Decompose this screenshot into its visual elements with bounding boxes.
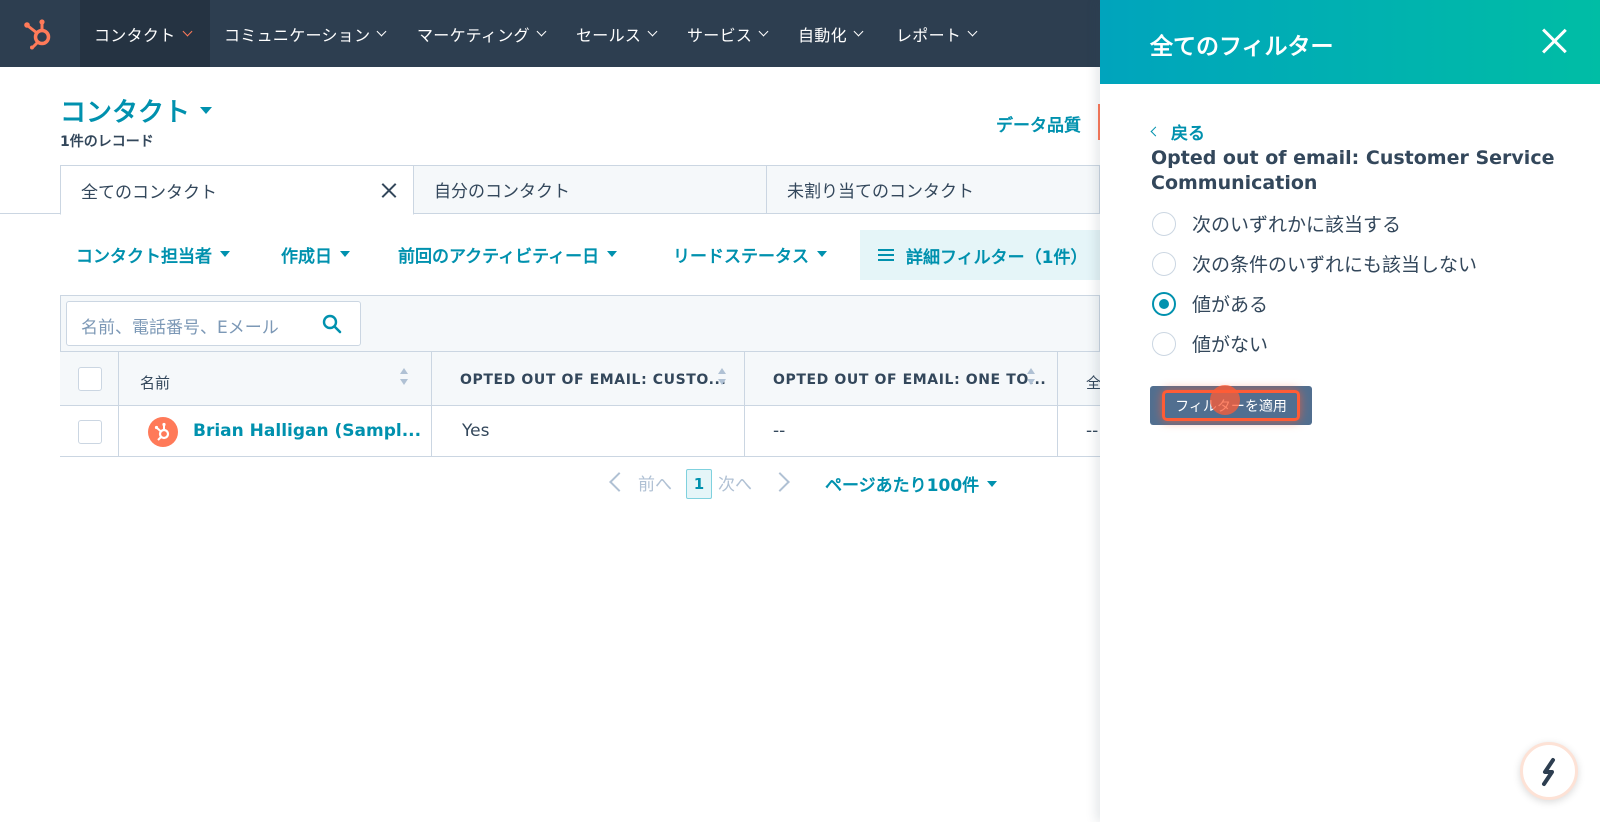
column-divider <box>431 351 432 457</box>
column-divider <box>118 351 119 457</box>
cell-opted-out-one-to-one: -- <box>773 421 786 441</box>
search-placeholder: 名前、電話番号、Eメール <box>81 318 279 338</box>
sort-icon[interactable] <box>718 368 726 386</box>
chevron-down-icon <box>647 26 658 37</box>
chevron-down-icon <box>536 26 547 37</box>
search-icon[interactable] <box>322 314 342 334</box>
radio-is-known[interactable]: 値がある <box>1152 290 1268 317</box>
chevron-left-icon[interactable] <box>609 472 629 492</box>
row-checkbox[interactable] <box>78 420 102 444</box>
caret-down-icon <box>607 251 618 257</box>
caret-down-icon <box>220 251 230 257</box>
nav-automation[interactable]: 自動化 <box>784 0 876 67</box>
column-header-opted-out-customer[interactable]: OPTED OUT OF EMAIL: CUSTO... <box>460 372 726 388</box>
current-page[interactable]: 1 <box>686 469 712 499</box>
nav-marketing[interactable]: マーケティング <box>403 0 559 67</box>
nav-sales[interactable]: セールス <box>562 0 670 67</box>
radio-button[interactable] <box>1152 251 1176 276</box>
chevron-down-icon <box>967 26 978 37</box>
nav-service[interactable]: サービス <box>673 0 781 67</box>
avatar <box>148 417 178 447</box>
chevron-right-icon[interactable] <box>770 472 790 492</box>
property-title: Opted out of email: Customer Service Com… <box>1151 147 1555 194</box>
column-divider <box>744 351 745 457</box>
chat-icon <box>1542 758 1555 786</box>
page-title[interactable]: コンタクト <box>60 92 213 129</box>
panel-title: 全てのフィルター <box>1150 34 1334 60</box>
filter-lead-status[interactable]: リードステータス <box>673 238 827 270</box>
chevron-down-icon <box>758 26 769 37</box>
column-divider <box>1057 351 1058 457</box>
sliders-icon <box>878 248 894 262</box>
radio-is-unknown[interactable]: 値がない <box>1152 330 1268 357</box>
filter-create-date[interactable]: 作成日 <box>281 238 350 270</box>
radio-is-none-of[interactable]: 次の条件のいずれにも該当しない <box>1152 250 1477 277</box>
close-icon[interactable] <box>1541 28 1567 54</box>
select-all-checkbox[interactable] <box>78 367 102 391</box>
chevron-down-icon <box>853 26 864 37</box>
tab-my-contacts[interactable]: 自分のコンタクト <box>413 165 767 214</box>
hubspot-sprocket-icon <box>154 422 170 441</box>
filter-panel: 全てのフィルター 戻る Opted out of email: Customer… <box>1100 0 1600 822</box>
tab-all-contacts[interactable]: 全てのコンタクト <box>60 165 414 215</box>
per-page-dropdown[interactable]: ページあたり100件 <box>825 471 998 496</box>
contact-name-link[interactable]: Brian Halligan (Sampl... <box>193 421 421 441</box>
data-quality-link[interactable]: データ品質 <box>996 111 1081 136</box>
caret-down-icon <box>817 251 827 257</box>
caret-down-icon <box>200 107 213 114</box>
radio-button-selected[interactable] <box>1152 291 1176 316</box>
radio-is-any-of[interactable]: 次のいずれかに該当する <box>1152 210 1401 237</box>
cell-all: -- <box>1086 421 1099 441</box>
chevron-down-icon <box>376 26 387 37</box>
tab-unassigned-contacts[interactable]: 未割り当てのコンタクト <box>766 165 1100 214</box>
caret-down-icon <box>340 251 350 257</box>
prev-page[interactable]: 前へ <box>638 470 672 495</box>
column-header-name[interactable]: 名前 <box>140 372 170 393</box>
help-chat-button[interactable] <box>1520 742 1578 800</box>
sort-icon[interactable] <box>400 368 408 386</box>
search-input[interactable]: 名前、電話番号、Eメール <box>66 301 361 346</box>
radio-button[interactable] <box>1152 331 1176 356</box>
radio-button[interactable] <box>1152 211 1176 236</box>
panel-header: 全てのフィルター <box>1100 0 1600 84</box>
record-count: 1件のレコード <box>60 134 154 150</box>
nav-contacts[interactable]: コンタクト <box>80 0 210 67</box>
caret-down-icon <box>987 480 998 487</box>
advanced-filters-button[interactable]: 詳細フィルター（1件） <box>860 230 1100 280</box>
click-indicator <box>1210 385 1240 415</box>
chevron-left-icon <box>1150 126 1161 137</box>
hubspot-logo-icon[interactable] <box>22 18 58 50</box>
filter-last-activity[interactable]: 前回のアクティビティー日 <box>398 238 618 270</box>
sort-icon[interactable] <box>1027 368 1035 386</box>
nav-communications[interactable]: コミュニケーション <box>210 0 399 67</box>
column-header-all[interactable]: 全 <box>1086 372 1101 393</box>
nav-reports[interactable]: レポート <box>882 0 990 67</box>
cell-opted-out-customer: Yes <box>462 421 490 441</box>
column-header-opted-out-one-to-one[interactable]: OPTED OUT OF EMAIL: ONE TO... <box>773 372 1046 388</box>
back-link[interactable]: 戻る <box>1150 119 1205 144</box>
filter-contact-owner[interactable]: コンタクト担当者 <box>76 238 230 270</box>
next-page[interactable]: 次へ <box>718 470 752 495</box>
close-icon[interactable] <box>381 182 397 198</box>
chevron-down-icon <box>182 26 192 37</box>
